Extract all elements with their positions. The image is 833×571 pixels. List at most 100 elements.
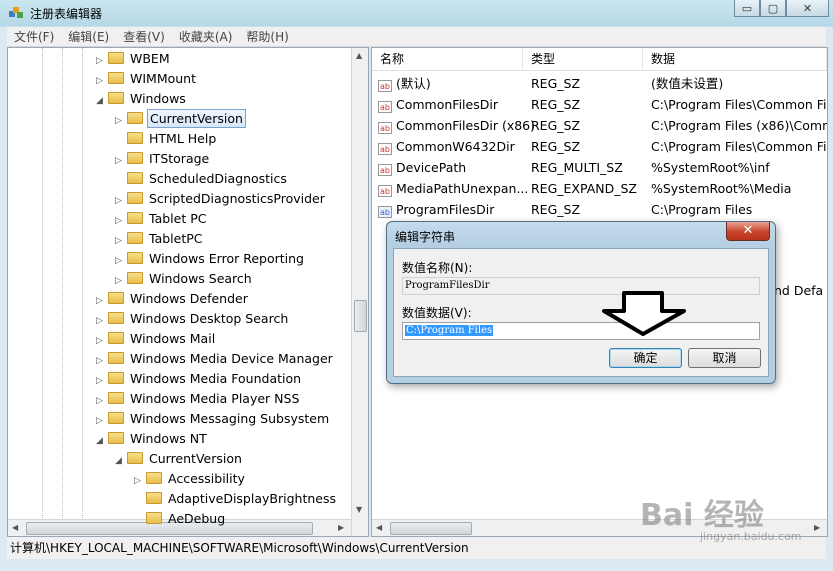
tree-item[interactable]: ▷ Windows Desktop Search <box>96 309 290 329</box>
value-name-cell: ab CommonW6432Dir <box>378 136 515 157</box>
scroll-down-icon[interactable]: ▼ <box>356 505 362 514</box>
tree-item-label: ScriptedDiagnosticsProvider <box>149 191 325 206</box>
tree-item[interactable]: ▷ Windows Error Reporting <box>115 249 306 269</box>
value-name-label: 数值名称(N): <box>402 261 473 275</box>
list-item[interactable]: ab CommonFilesDir (x86) REG_SZ C:\Program F… <box>372 115 827 136</box>
collapsed-arrow-icon[interactable]: ▷ <box>96 411 108 431</box>
value-type: REG_SZ <box>531 97 581 112</box>
tree-item-label: AeDebug <box>168 511 226 526</box>
column-data[interactable]: 数据 <box>643 48 827 70</box>
value-data: (数值未设置) <box>651 76 724 91</box>
collapsed-arrow-icon[interactable]: ▷ <box>96 71 108 91</box>
folder-icon <box>146 492 162 504</box>
tree-item[interactable]: AdaptiveDisplayBrightness <box>134 489 338 509</box>
tree-item[interactable]: ▷ CurrentVersion <box>115 109 246 129</box>
menu-file[interactable]: 文件(F) <box>7 28 61 45</box>
scroll-right-icon[interactable]: ▶ <box>814 523 820 532</box>
tree-item-label: ScheduledDiagnostics <box>149 171 287 186</box>
list-item[interactable]: ab CommonW6432Dir REG_SZ C:\Program Files\C… <box>372 136 827 157</box>
title-bar: 注册表编辑器 ▭ ▢ ✕ <box>0 0 833 26</box>
column-name[interactable]: 名称 <box>372 48 523 70</box>
tree-item[interactable]: ▷ WBEM <box>96 49 172 69</box>
maximize-button[interactable]: ▢ <box>760 0 786 17</box>
cancel-button[interactable]: 取消 <box>688 348 761 368</box>
column-type[interactable]: 类型 <box>523 48 643 70</box>
folder-icon <box>108 292 124 304</box>
collapsed-arrow-icon[interactable]: ▷ <box>115 211 127 231</box>
collapsed-arrow-icon[interactable]: ▷ <box>115 111 127 131</box>
value-data-input[interactable]: C:\Program Files <box>402 322 760 340</box>
tree-item[interactable]: ScheduledDiagnostics <box>115 169 289 189</box>
value-type: REG_SZ <box>531 202 581 217</box>
tree-item[interactable]: ▷ WIMMount <box>96 69 198 89</box>
tree-item[interactable]: ▷ Windows Media Foundation <box>96 369 303 389</box>
value-name: ProgramFilesDir <box>396 202 495 217</box>
expanded-arrow-icon[interactable]: ◢ <box>96 431 108 451</box>
collapsed-arrow-icon[interactable]: ▷ <box>134 471 146 491</box>
tree-item[interactable]: ◢ CurrentVersion <box>115 449 244 469</box>
collapsed-arrow-icon[interactable]: ▷ <box>115 191 127 211</box>
list-item[interactable]: ab ProgramFilesDir REG_SZ C:\Program Files <box>372 199 827 220</box>
collapsed-arrow-icon[interactable]: ▷ <box>96 291 108 311</box>
tree-item-label: WIMMount <box>130 71 197 86</box>
tree-item-label: Windows Desktop Search <box>130 311 289 326</box>
tree-item[interactable]: ▷ Tablet PC <box>115 209 208 229</box>
folder-icon <box>127 192 143 204</box>
collapsed-arrow-icon[interactable]: ▷ <box>96 371 108 391</box>
folder-icon <box>108 432 124 444</box>
tree-item[interactable]: HTML Help <box>115 129 218 149</box>
menu-edit[interactable]: 编辑(E) <box>61 28 116 45</box>
scroll-right-icon[interactable]: ▶ <box>338 523 344 532</box>
scroll-left-icon[interactable]: ◀ <box>376 523 382 532</box>
minimize-button[interactable]: ▭ <box>734 0 760 17</box>
collapsed-arrow-icon[interactable]: ▷ <box>96 351 108 371</box>
close-button[interactable]: ✕ <box>786 0 829 17</box>
key-tree[interactable]: ▲ ▼ ◀ ▶ ▷ WBEM ▷ WIMMount ◢ Windows ▷ CurrentVe… <box>7 47 369 537</box>
tree-item[interactable]: ▷ ITStorage <box>115 149 211 169</box>
tree-item[interactable]: AeDebug <box>134 509 227 529</box>
tree-item[interactable]: ▷ TabletPC <box>115 229 205 249</box>
collapsed-arrow-icon[interactable]: ▷ <box>115 231 127 251</box>
menu-favorites[interactable]: 收藏夹(A) <box>172 28 240 45</box>
folder-icon <box>108 412 124 424</box>
value-type: REG_SZ <box>531 139 581 154</box>
ok-button[interactable]: 确定 <box>609 348 682 368</box>
folder-icon <box>108 372 124 384</box>
collapsed-arrow-icon[interactable]: ▷ <box>115 251 127 271</box>
list-item[interactable]: ab DevicePath REG_MULTI_SZ %SystemRoot%\inf <box>372 157 827 178</box>
tree-item[interactable]: ▷ Windows Defender <box>96 289 250 309</box>
list-item[interactable]: ab CommonFilesDir REG_SZ C:\Program Files\C… <box>372 94 827 115</box>
tree-item[interactable]: ▷ Windows Media Player NSS <box>96 389 301 409</box>
values-hscroll-thumb[interactable] <box>390 522 472 535</box>
expanded-arrow-icon[interactable]: ◢ <box>96 91 108 111</box>
tree-item[interactable]: ▷ Windows Search <box>115 269 254 289</box>
tree-item[interactable]: ▷ Windows Messaging Subsystem <box>96 409 331 429</box>
list-item[interactable]: ab (默认) REG_SZ (数值未设置) <box>372 73 827 94</box>
tree-item[interactable]: ◢ Windows NT <box>96 429 209 449</box>
tree-item[interactable]: ◢ Windows <box>96 89 188 109</box>
tree-item[interactable]: ▷ Windows Mail <box>96 329 217 349</box>
list-item[interactable]: ab MediaPathUnexpan... REG_EXPAND_SZ %Syste… <box>372 178 827 199</box>
string-value-icon: ab <box>378 185 392 197</box>
collapsed-arrow-icon[interactable]: ▷ <box>96 51 108 71</box>
collapsed-arrow-icon[interactable]: ▷ <box>96 311 108 331</box>
menu-view[interactable]: 查看(V) <box>116 28 172 45</box>
collapsed-arrow-icon[interactable]: ▷ <box>96 331 108 351</box>
expanded-arrow-icon[interactable]: ◢ <box>115 451 127 471</box>
value-name-cell: ab DevicePath <box>378 157 466 178</box>
edit-string-dialog: 编辑字符串 ✕ 数值名称(N): ProgramFilesDir 数值数据(V)… <box>386 221 776 384</box>
collapsed-arrow-icon[interactable]: ▷ <box>115 271 127 291</box>
collapsed-arrow-icon[interactable]: ▷ <box>115 151 127 171</box>
scroll-left-icon[interactable]: ◀ <box>12 523 18 532</box>
tree-item[interactable]: ▷ Windows Media Device Manager <box>96 349 335 369</box>
tree-item-label: Tablet PC <box>149 211 207 226</box>
tree-vertical-scrollbar[interactable]: ▲ ▼ <box>351 48 368 536</box>
scroll-up-icon[interactable]: ▲ <box>356 51 362 60</box>
tree-item[interactable]: ▷ Accessibility <box>134 469 247 489</box>
dialog-close-button[interactable]: ✕ <box>726 222 770 241</box>
collapsed-arrow-icon[interactable]: ▷ <box>96 391 108 411</box>
tree-scroll-thumb[interactable] <box>354 300 367 332</box>
tree-item[interactable]: ▷ ScriptedDiagnosticsProvider <box>115 189 327 209</box>
tree-item-label: CurrentVersion <box>149 451 242 466</box>
menu-help[interactable]: 帮助(H) <box>239 28 295 45</box>
